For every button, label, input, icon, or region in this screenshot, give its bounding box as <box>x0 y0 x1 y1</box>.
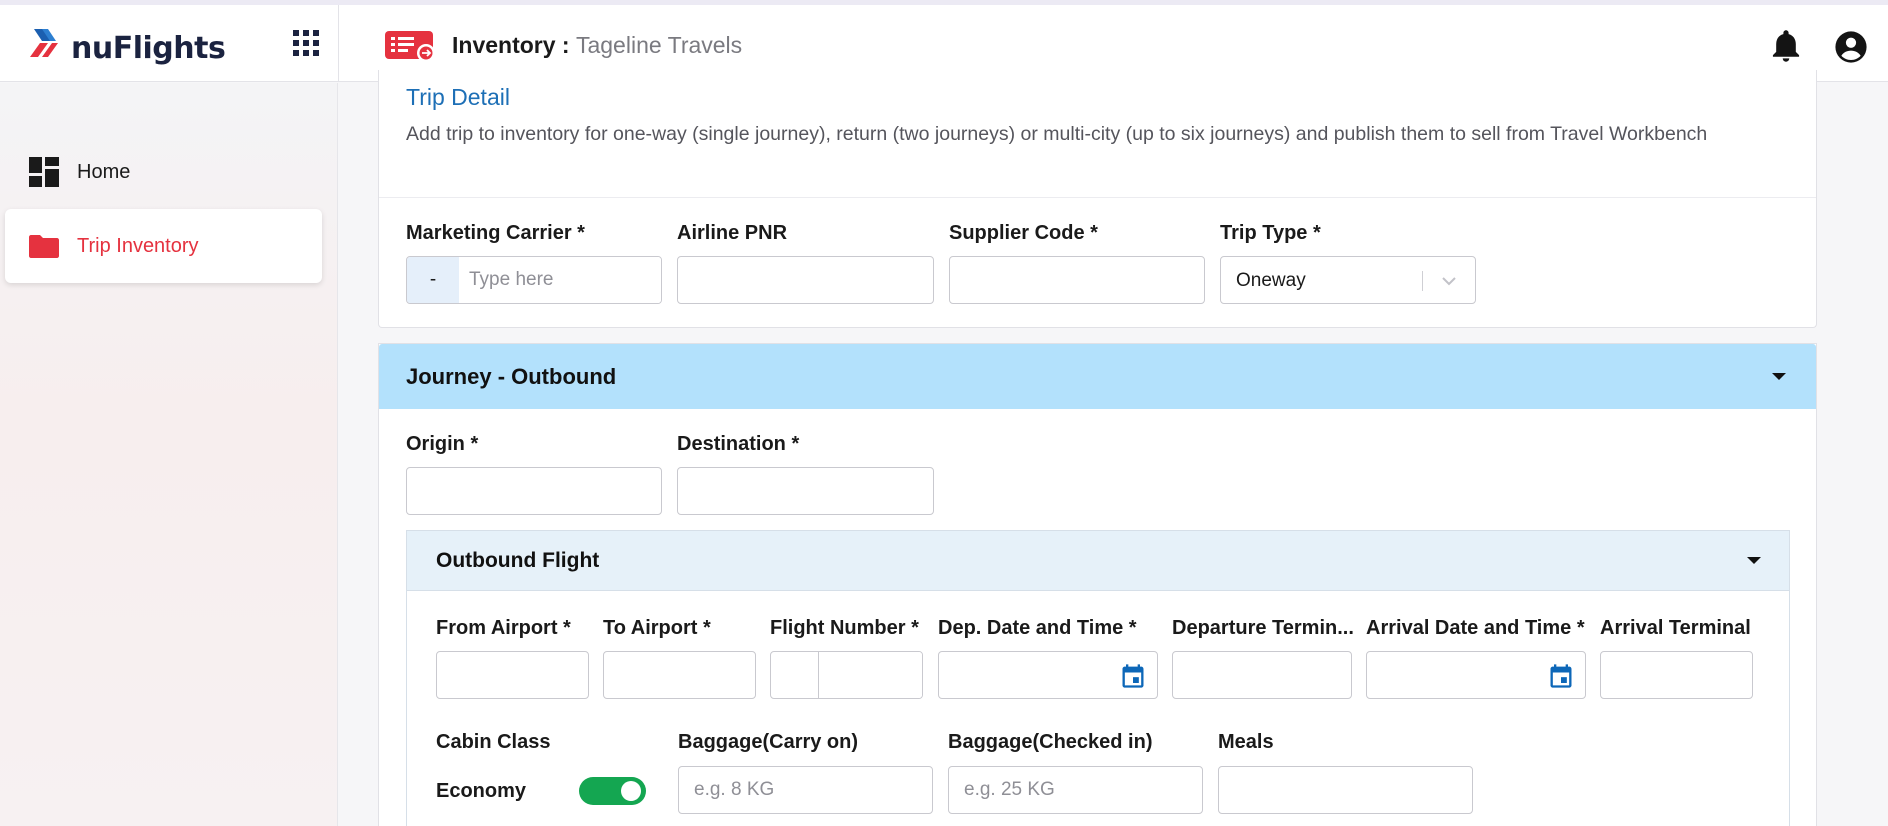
from-airport-input[interactable] <box>436 651 589 699</box>
sidebar-item-label: Trip Inventory <box>77 234 199 257</box>
trip-type-select[interactable]: Oneway <box>1220 256 1476 304</box>
page-title-main: Inventory : <box>452 32 570 58</box>
destination-input[interactable] <box>677 467 934 515</box>
departure-terminal-label: Departure Termin... <box>1172 617 1354 639</box>
dep-datetime-label: Dep. Date and Time * <box>938 617 1137 639</box>
arrival-terminal-input[interactable] <box>1600 651 1753 699</box>
dep-datetime-field <box>938 651 1158 699</box>
flight-number-input[interactable] <box>820 652 922 698</box>
outbound-flight-title: Outbound Flight <box>436 549 600 572</box>
meals-label: Meals <box>1218 731 1274 753</box>
trip-detail-title: Trip Detail <box>406 84 510 110</box>
notification-bell-icon[interactable] <box>1770 29 1802 63</box>
baggage-checked-in-input[interactable] <box>948 766 1203 814</box>
page-title-agency: Tageline Travels <box>575 32 743 58</box>
airline-pnr-input[interactable] <box>677 256 934 304</box>
origin-label: Origin * <box>406 433 479 455</box>
dashboard-icon <box>29 157 59 187</box>
sidebar-item-label: Home <box>77 160 131 183</box>
header-divider <box>338 5 339 82</box>
airline-pnr-label: Airline PNR <box>677 222 788 244</box>
sidebar: Home Trip Inventory <box>0 83 338 826</box>
app-launcher-icon[interactable] <box>293 30 319 56</box>
user-account-icon[interactable] <box>1834 30 1868 64</box>
baggage-checked-in-label: Baggage(Checked in) <box>948 731 1153 753</box>
carrier-prefix[interactable]: - <box>407 257 459 303</box>
calendar-icon[interactable] <box>1119 662 1147 690</box>
nuflights-logo-icon <box>30 29 58 57</box>
arrival-terminal-label: Arrival Terminal <box>1600 617 1751 639</box>
journey-outbound-header[interactable]: Journey - Outbound <box>379 344 1816 409</box>
destination-label: Destination * <box>677 433 800 455</box>
marketing-carrier-input[interactable] <box>459 257 661 303</box>
journey-outbound-title: Journey - Outbound <box>406 364 617 389</box>
chevron-down-icon <box>1442 277 1456 286</box>
flight-number-field <box>770 651 923 699</box>
journey-outbound-card: Journey - Outbound Origin * Destination … <box>378 343 1817 826</box>
select-separator <box>1422 271 1423 291</box>
arr-datetime-label: Arrival Date and Time * <box>1366 617 1585 639</box>
trip-type-value: Oneway <box>1236 270 1306 291</box>
origin-input[interactable] <box>406 467 662 515</box>
to-airport-label: To Airport * <box>603 617 711 639</box>
brand-logo[interactable]: nuFlights <box>28 20 226 68</box>
marketing-carrier-label: Marketing Carrier * <box>406 222 585 244</box>
marketing-carrier-field: - <box>406 256 662 304</box>
baggage-carry-on-label: Baggage(Carry on) <box>678 731 859 753</box>
ticket-icon <box>385 31 435 62</box>
baggage-carry-on-input[interactable] <box>678 766 933 814</box>
dep-datetime-input[interactable] <box>939 652 1107 698</box>
departure-terminal-input[interactable] <box>1172 651 1352 699</box>
supplier-code-input[interactable] <box>949 256 1205 304</box>
trip-detail-card: Trip Detail Add trip to inventory for on… <box>378 70 1817 328</box>
supplier-code-label: Supplier Code * <box>949 222 1098 244</box>
brand-name: nuFlights <box>71 30 226 66</box>
page-title: Inventory : Tageline Travels <box>452 32 742 59</box>
trip-type-label: Trip Type * <box>1220 222 1321 244</box>
section-divider <box>379 197 1816 198</box>
caret-down-icon[interactable] <box>1772 373 1786 380</box>
from-airport-label: From Airport * <box>436 617 571 639</box>
outbound-flight-header[interactable]: Outbound Flight <box>407 531 1789 591</box>
airline-code-input[interactable] <box>771 652 819 698</box>
cabin-class-value: Economy <box>436 780 527 802</box>
caret-down-icon[interactable] <box>1747 557 1761 564</box>
to-airport-input[interactable] <box>603 651 756 699</box>
calendar-icon[interactable] <box>1547 662 1575 690</box>
arr-datetime-input[interactable] <box>1367 652 1535 698</box>
arr-datetime-field <box>1366 651 1586 699</box>
flight-number-label: Flight Number * <box>770 617 919 639</box>
sidebar-item-home[interactable]: Home <box>5 135 322 209</box>
meals-input[interactable] <box>1218 766 1473 814</box>
sidebar-item-trip-inventory[interactable]: Trip Inventory <box>5 209 322 283</box>
trip-detail-description: Add trip to inventory for one-way (singl… <box>406 123 1708 145</box>
cabin-class-label: Cabin Class <box>436 731 551 753</box>
economy-toggle[interactable] <box>579 777 646 805</box>
folder-icon <box>29 231 59 261</box>
toggle-knob <box>621 781 641 801</box>
